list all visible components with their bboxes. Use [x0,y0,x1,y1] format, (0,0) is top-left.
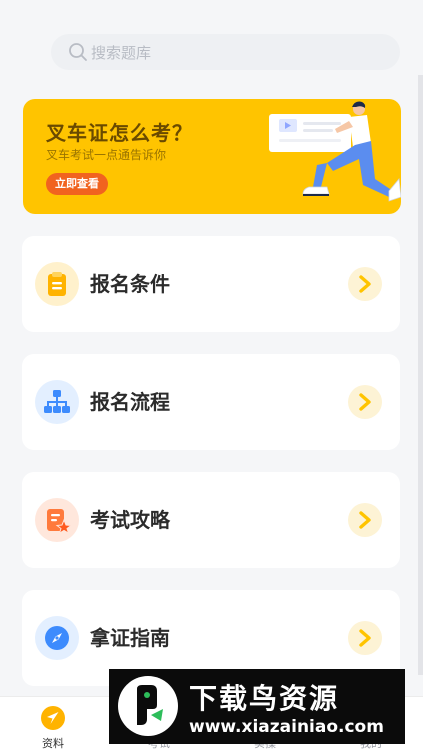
chevron-right-icon[interactable] [348,267,382,301]
watermark-overlay: 下载鸟资源 www.xiazainiao.com [109,669,405,744]
menu-item-exam-strategy[interactable]: 考试攻略 [22,472,400,568]
promo-banner[interactable]: 叉车证怎么考？ 叉车考试一点通告诉你 立即查看 [23,99,401,214]
scrollbar[interactable] [418,75,423,675]
menu-item-registration-conditions[interactable]: 报名条件 [22,236,400,332]
clipboard-icon [35,262,79,306]
search-bar[interactable]: 搜索题库 [51,34,400,70]
search-input-placeholder[interactable]: 搜索题库 [91,42,151,63]
flowchart-icon [35,380,79,424]
menu-item-label: 报名流程 [90,390,170,414]
watermark-title: 下载鸟资源 [189,682,340,715]
banner-title: 叉车证怎么考？ [46,121,193,145]
menu-item-label: 报名条件 [90,272,170,296]
search-icon [69,43,87,61]
chevron-right-icon[interactable] [348,385,382,419]
banner-subtitle: 叉车考试一点通告诉你 [46,148,167,162]
strategy-doc-icon [35,498,79,542]
view-now-button[interactable]: 立即查看 [46,173,108,195]
chevron-right-icon[interactable] [348,621,382,655]
watermark-url: www.xiazainiao.com [189,717,384,737]
person-carrying-screen-illustration [269,101,401,202]
compass-icon [35,616,79,660]
menu-item-label: 考试攻略 [90,508,170,532]
bird-logo-icon [118,676,178,736]
menu-item-label: 拿证指南 [90,626,170,650]
chevron-right-icon[interactable] [348,503,382,537]
menu-item-registration-process[interactable]: 报名流程 [22,354,400,450]
navigation-icon [41,706,65,730]
tab-label: 资料 [42,737,64,750]
tab-materials[interactable]: 资料 [0,697,106,753]
